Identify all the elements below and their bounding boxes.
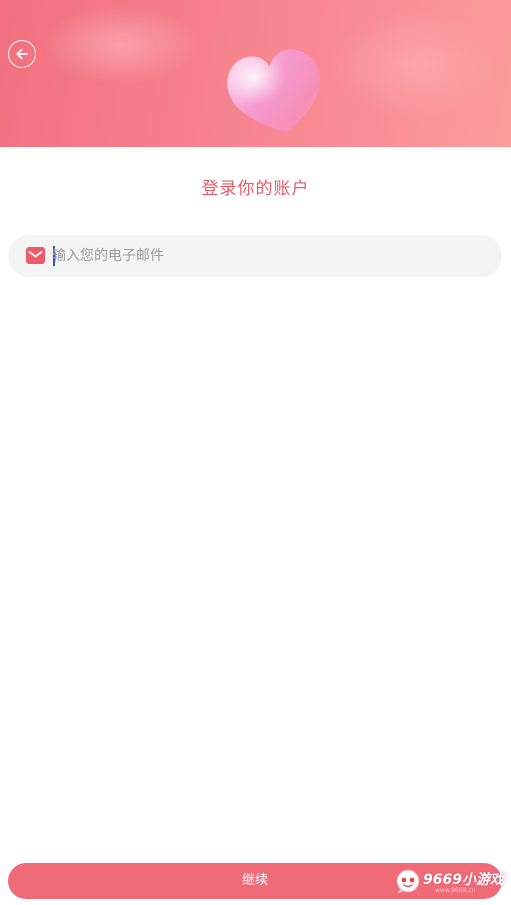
email-field[interactable]: [8, 235, 502, 277]
email-input[interactable]: [52, 235, 482, 277]
watermark: 9669小游戏 www.9669.cn: [395, 866, 504, 898]
header-banner: [0, 0, 511, 147]
arrow-left-icon: [16, 48, 28, 60]
mail-icon: [26, 247, 45, 264]
watermark-brand: 9669小游戏: [423, 872, 504, 888]
heart-illustration: [227, 49, 321, 133]
header-glow: [330, 10, 500, 120]
back-button[interactable]: [8, 40, 36, 68]
page-title: 登录你的账户: [201, 179, 310, 199]
watermark-url: www.9669.cn: [435, 887, 476, 894]
login-page: 登录你的账户 继续 9669小游戏 www.9669.cn: [0, 0, 511, 905]
mascot-logo-icon: [396, 869, 420, 893]
header-glow: [40, 5, 200, 85]
